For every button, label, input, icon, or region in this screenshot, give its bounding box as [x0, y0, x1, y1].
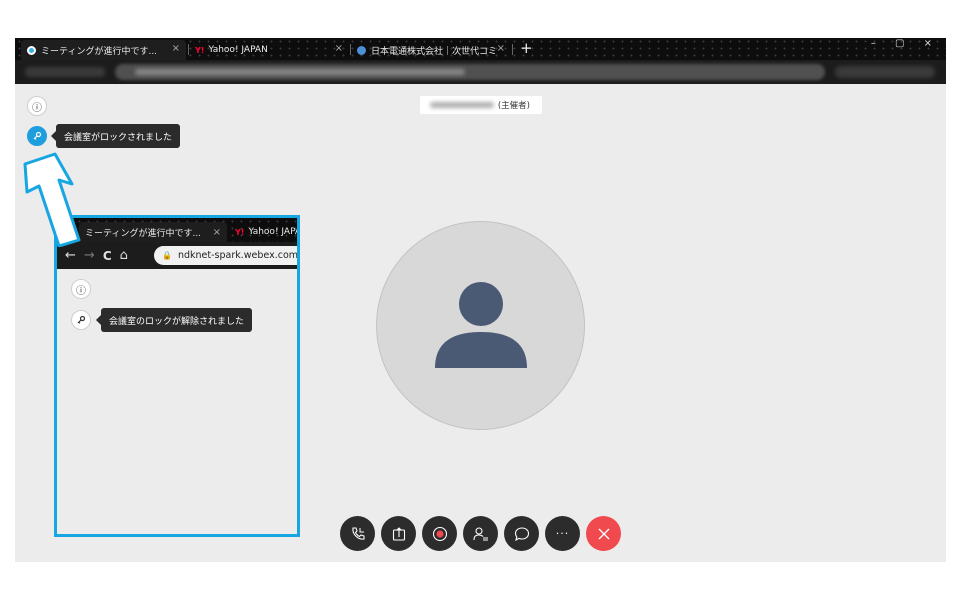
- tab-meeting[interactable]: ミーティングが進行中です... ×: [21, 40, 186, 60]
- inset-address-bar: ← → C ⌂ 🔒 ndknet-spark.webex.com/: [57, 242, 297, 269]
- inset-url-box: 🔒 ndknet-spark.webex.com/: [154, 246, 300, 265]
- info-icon: ⓘ: [32, 102, 42, 114]
- more-icon: ···: [555, 527, 570, 540]
- tab-label: ミーティングが進行中です...: [41, 46, 158, 57]
- inset-screenshot: ミーティングが進行中です... × Y! Yahoo! JAPA ← → C ⌂…: [54, 215, 300, 537]
- chat-icon: [514, 526, 529, 541]
- address-bar-blurred: [15, 60, 946, 84]
- url-text-blurred: [135, 69, 465, 75]
- lock-icon: 🔒: [162, 251, 172, 260]
- audio-button[interactable]: [340, 516, 375, 551]
- tab-label: 日本電通株式会社｜次世代コミ: [371, 46, 496, 57]
- chat-button[interactable]: [504, 516, 539, 551]
- participants-icon: [472, 526, 488, 540]
- tab-label: Yahoo! JAPAN: [208, 45, 268, 55]
- inset-tab-yahoo: Y! Yahoo! JAPA: [229, 222, 300, 242]
- tab-bar: ミーティングが進行中です... × Y! Yahoo! JAPAN × 日本電通…: [15, 38, 946, 60]
- info-icon: ⓘ: [76, 285, 86, 297]
- slide-canvas: ミーティングが進行中です... × Y! Yahoo! JAPAN × 日本電通…: [0, 0, 960, 600]
- tab-nihon-dentsu[interactable]: 日本電通株式会社｜次世代コミ ×: [351, 40, 511, 60]
- person-icon: [435, 282, 527, 368]
- back-icon: ←: [65, 248, 76, 263]
- info-button[interactable]: ⓘ: [27, 96, 47, 116]
- host-name-badge: (主催者): [420, 96, 542, 114]
- participants-button[interactable]: [463, 516, 498, 551]
- tab-label: ミーティングが進行中です...: [85, 228, 202, 239]
- record-button[interactable]: [422, 516, 457, 551]
- host-role-label: (主催者): [497, 101, 530, 111]
- lock-button[interactable]: [27, 126, 47, 146]
- extensions-blurred: [835, 66, 935, 78]
- share-button[interactable]: [381, 516, 416, 551]
- nav-buttons-blurred: [25, 67, 105, 77]
- tab-close-icon[interactable]: ×: [172, 43, 180, 54]
- key-icon: [77, 315, 86, 324]
- globe-favicon-icon: [357, 45, 366, 55]
- inset-tab-bar: ミーティングが進行中です... × Y! Yahoo! JAPA: [57, 218, 297, 242]
- webex-favicon-icon: [27, 45, 36, 55]
- home-icon: ⌂: [119, 248, 128, 263]
- share-icon: [392, 526, 405, 541]
- more-button[interactable]: ···: [545, 516, 580, 551]
- inset-url: ndknet-spark.webex.com/: [177, 250, 300, 261]
- yahoo-favicon-icon: Y!: [195, 45, 205, 55]
- lock-tooltip: 会議室がロックされました: [50, 124, 181, 148]
- tab-close-icon: ×: [212, 226, 221, 238]
- tab-yahoo[interactable]: Y! Yahoo! JAPAN ×: [189, 40, 349, 60]
- window-controls[interactable]: – ▢ ×: [871, 38, 940, 49]
- inset-tab-meeting: ミーティングが進行中です... ×: [79, 222, 227, 242]
- inset-info-button: ⓘ: [71, 279, 91, 299]
- participant-avatar: [376, 221, 585, 430]
- meeting-controls: ···: [340, 516, 621, 551]
- tab-close-icon[interactable]: ×: [335, 43, 343, 54]
- reload-icon: C: [102, 248, 112, 263]
- record-icon: [432, 526, 447, 541]
- tab-close-icon[interactable]: ×: [497, 43, 505, 54]
- forward-icon: →: [83, 248, 95, 263]
- callout-arrow: [23, 152, 81, 247]
- unlock-tooltip: 会議室のロックが解除されました: [95, 308, 253, 332]
- key-icon: [33, 131, 42, 140]
- phone-icon: [351, 526, 365, 540]
- leave-button[interactable]: [586, 516, 621, 551]
- inset-lock-button: [71, 310, 91, 330]
- yahoo-favicon-icon: Y!: [235, 227, 245, 237]
- new-tab-button[interactable]: +: [520, 39, 533, 57]
- tab-label: Yahoo! JAPA: [248, 227, 300, 237]
- tab-separator: [512, 44, 513, 55]
- host-name-blurred: [430, 102, 494, 108]
- close-icon: [598, 528, 609, 539]
